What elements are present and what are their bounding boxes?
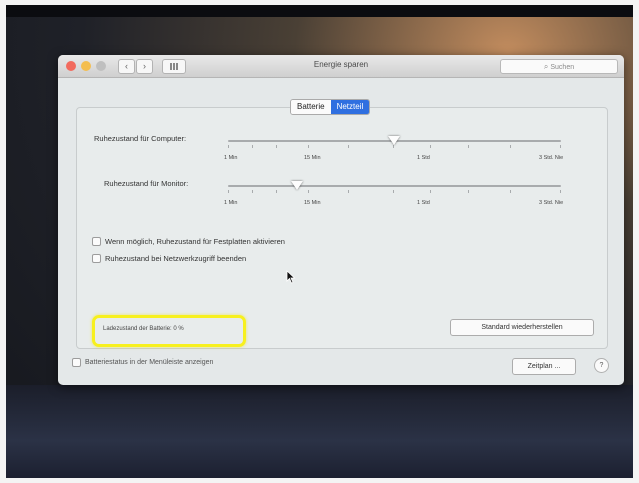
search-placeholder: Suchen	[550, 64, 575, 71]
show-battery-status-checkbox[interactable]	[72, 358, 81, 367]
tick	[276, 190, 277, 193]
tick	[252, 145, 253, 148]
tick	[228, 145, 229, 148]
title-bar: ‹ › Energie sparen ⌕ Suchen	[58, 55, 624, 78]
battery-level-text: Ladezustand der Batterie: 0 %	[103, 326, 184, 332]
scale-label-1h: 1 Std	[417, 200, 430, 206]
tick	[252, 190, 253, 193]
show-battery-status-label: Batteriestatus in der Menüleiste anzeige…	[85, 359, 214, 366]
scale-label-3h-never: 3 Std. Nie	[539, 200, 564, 206]
mouse-pointer-icon	[286, 270, 296, 284]
tick	[393, 190, 394, 193]
tick	[510, 145, 511, 148]
tick	[308, 145, 309, 148]
monitor-sleep-label: Ruhezustand für Monitor:	[104, 179, 189, 188]
battery-level-highlight: Ladezustand der Batterie: 0 %	[92, 315, 246, 347]
search-input[interactable]: ⌕ Suchen	[500, 59, 618, 74]
network-wake-label: Ruhezustand bei Netzwerkzugriff beenden	[105, 254, 247, 263]
restore-defaults-button[interactable]: Standard wiederherstellen	[450, 319, 594, 336]
tick	[468, 145, 469, 148]
monitor-sleep-track[interactable]	[228, 185, 561, 187]
computer-sleep-label: Ruhezustand für Computer:	[94, 134, 187, 143]
schedule-button[interactable]: Zeitplan ...	[512, 358, 576, 375]
disk-sleep-option[interactable]: Wenn möglich, Ruhezustand für Festplatte…	[92, 237, 285, 246]
photo-background: ‹ › Energie sparen ⌕ Suchen Batterie Netz…	[6, 5, 633, 478]
desk-reflection	[6, 385, 633, 478]
disk-sleep-checkbox[interactable]	[92, 237, 101, 246]
energy-saver-window: ‹ › Energie sparen ⌕ Suchen Batterie Netz…	[58, 55, 624, 385]
tick	[228, 190, 229, 193]
show-battery-status-option[interactable]: Batteriestatus in der Menüleiste anzeige…	[72, 358, 213, 367]
scale-label-15min: 15 Min	[304, 200, 321, 206]
monitor-sleep-thumb[interactable]	[291, 181, 303, 190]
disk-sleep-label: Wenn möglich, Ruhezustand für Festplatte…	[105, 237, 285, 246]
network-wake-checkbox[interactable]	[92, 254, 101, 263]
tick	[560, 190, 561, 193]
tick	[276, 145, 277, 148]
scale-label-1h: 1 Std	[417, 155, 430, 161]
tick	[510, 190, 511, 193]
help-button[interactable]: ?	[594, 358, 609, 373]
scale-label-15min: 15 Min	[304, 155, 321, 161]
tick	[308, 190, 309, 193]
scale-label-3h-never: 3 Std. Nie	[539, 155, 564, 161]
settings-panel	[76, 107, 608, 349]
scale-label-1min: 1 Min	[224, 155, 238, 161]
tick	[430, 145, 431, 148]
tick	[348, 145, 349, 148]
tab-power-adapter[interactable]: Netzteil	[330, 100, 370, 114]
power-source-tabs: Batterie Netzteil	[290, 99, 371, 115]
tick	[468, 190, 469, 193]
tick	[348, 190, 349, 193]
scale-label-1min: 1 Min	[224, 200, 238, 206]
network-wake-option[interactable]: Ruhezustand bei Netzwerkzugriff beenden	[92, 254, 246, 263]
screen-bezel	[6, 5, 633, 17]
tick	[430, 190, 431, 193]
search-icon: ⌕	[543, 62, 549, 71]
tab-battery[interactable]: Batterie	[291, 100, 331, 114]
tick	[393, 145, 394, 148]
tick	[560, 145, 561, 148]
computer-sleep-thumb[interactable]	[388, 136, 400, 145]
